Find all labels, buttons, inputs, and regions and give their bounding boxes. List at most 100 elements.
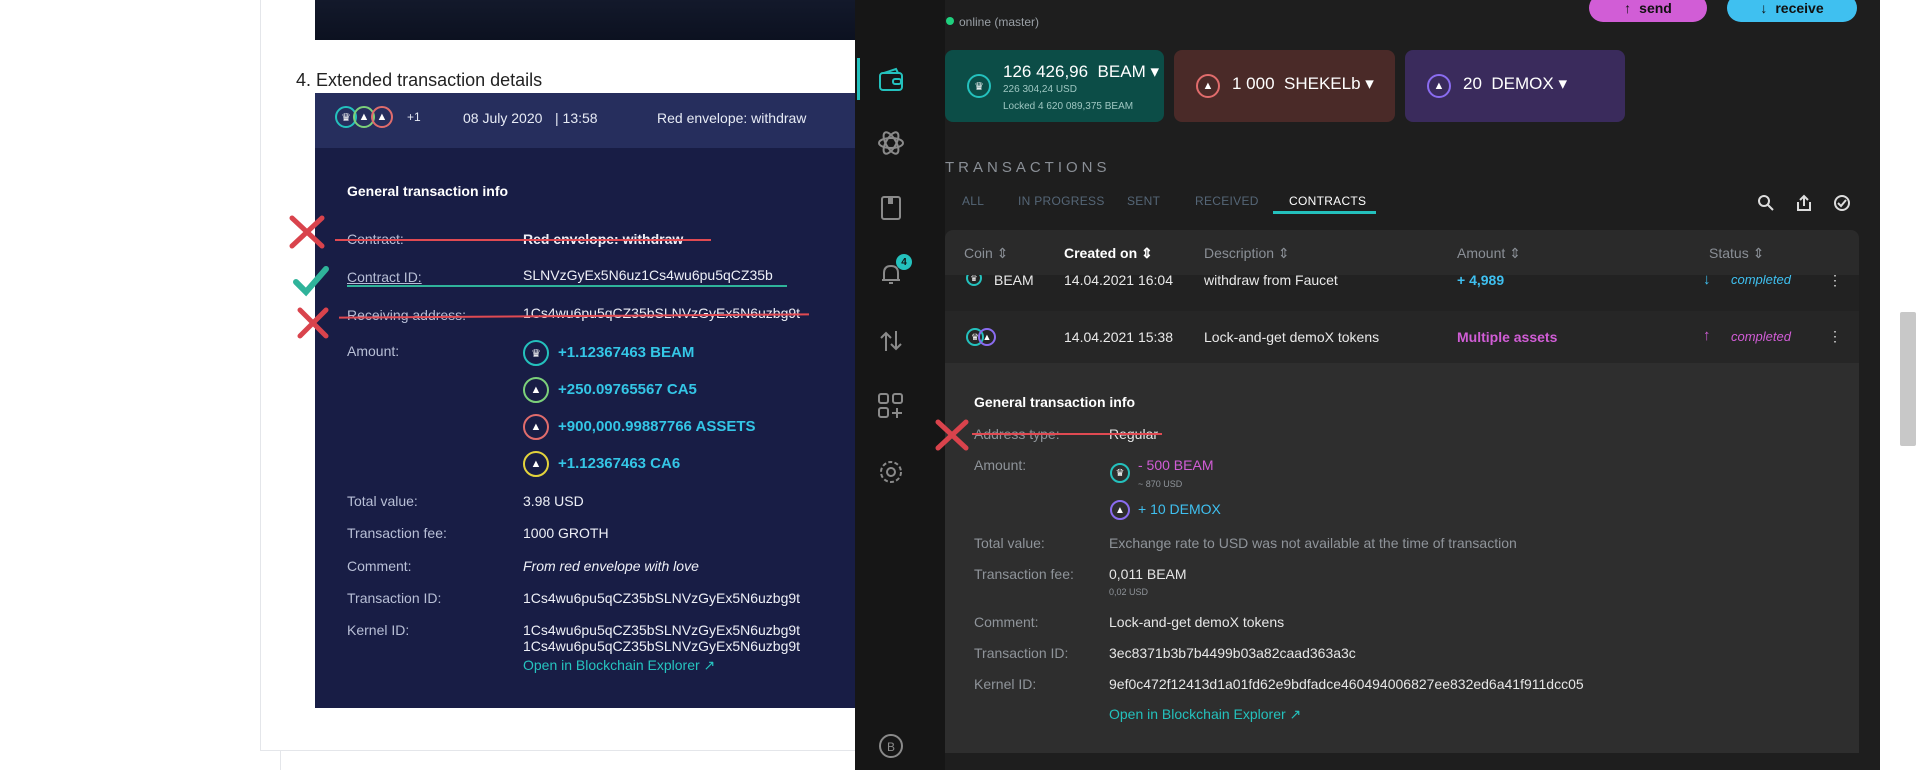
column-status[interactable]: Status ⇕ xyxy=(1709,245,1764,262)
asset-amount: 1 000 SHEKELb ▾ xyxy=(1232,74,1374,93)
mockup-date: 08 July 2020 xyxy=(463,110,543,126)
strikethrough-line xyxy=(972,433,1162,435)
tab-sent[interactable]: SENT xyxy=(1127,194,1160,208)
previous-screenshot-image xyxy=(315,0,855,40)
contract-id-label: Contract ID: xyxy=(347,269,422,285)
receive-button[interactable]: ↓ receive xyxy=(1727,0,1857,22)
export-icon[interactable] xyxy=(1794,193,1814,218)
beam-coin-icon: ♛ xyxy=(966,275,982,286)
fee-label: Transaction fee: xyxy=(974,566,1074,582)
row-menu-icon[interactable]: ⋮ xyxy=(1828,328,1842,345)
row-coin: BEAM xyxy=(994,275,1034,288)
amount-label: Amount: xyxy=(347,343,400,359)
scrollbar-thumb[interactable] xyxy=(1900,312,1916,446)
row-description: Lock-and-get demoX tokens xyxy=(1204,329,1380,345)
kernel-id-value: 9ef0c472f12413d1a01fd62e9bdfadce46049400… xyxy=(1109,676,1584,692)
strikethrough-line xyxy=(335,239,711,241)
tab-contracts[interactable]: CONTRACTS xyxy=(1289,194,1366,208)
red-cross-mark xyxy=(935,419,969,451)
row-status: completed xyxy=(1731,275,1791,287)
tab-in-progress[interactable]: IN PROGRESS xyxy=(1018,194,1105,208)
received-arrow-icon: ↓ xyxy=(1703,275,1711,288)
document-divider xyxy=(280,750,881,770)
apps-grid-icon[interactable] xyxy=(875,390,907,422)
wallet-sidebar xyxy=(855,0,945,770)
row-status: completed xyxy=(1731,329,1791,344)
red-cross-mark xyxy=(297,307,329,339)
more-coins-count: +1 xyxy=(407,110,421,124)
ca6-coin-icon: ▲ xyxy=(523,451,549,477)
settings-gear-icon[interactable] xyxy=(875,456,907,488)
demox-coin-icon: ▲ xyxy=(1427,74,1451,98)
assets-coin-icon: ▲ xyxy=(523,414,549,440)
online-status-dot xyxy=(946,17,954,25)
transactions-title: TRANSACTIONS xyxy=(945,159,1111,176)
kernel-id-label: Kernel ID: xyxy=(347,622,410,638)
amount-line: +900,000.99887766 ASSETS xyxy=(558,418,756,435)
contract-id-value: SLNVzGyEx5N6uz1Cs4wu6pu5qCZ35b xyxy=(523,267,773,283)
asset-card-shekelb[interactable]: ▲ 1 000 SHEKELb ▾ xyxy=(1174,50,1395,122)
dapps-atom-icon[interactable] xyxy=(875,127,907,159)
mockup-section-title: General transaction info xyxy=(347,183,509,199)
explorer-link[interactable]: Open in Blockchain Explorer ↗ xyxy=(523,657,715,674)
svg-text:B: B xyxy=(887,740,895,754)
asset-card-beam[interactable]: ♛ 126 426,96 BEAM ▾ 226 304,24 USD Locke… xyxy=(945,50,1164,122)
asset-amount: 20 DEMOX ▾ xyxy=(1463,74,1567,93)
connection-status: online (master) xyxy=(959,15,1040,29)
fee-label: Transaction fee: xyxy=(347,525,447,541)
kernel-id-value: 1Cs4wu6pu5qCZ35bSLNVzGyEx5N6uzbg9t xyxy=(523,622,801,638)
comment-label: Comment: xyxy=(974,614,1039,630)
transaction-id-value: 1Cs4wu6pu5qCZ35bSLNVzGyEx5N6uzbg9t xyxy=(523,590,801,606)
wallet-nav-icon[interactable] xyxy=(875,64,907,96)
amount-demox: + 10 DEMOX xyxy=(1138,501,1221,517)
fee-usd: 0,02 USD xyxy=(1109,587,1149,597)
row-menu-icon[interactable]: ⋮ xyxy=(1828,275,1842,289)
mockup-time: | 13:58 xyxy=(555,110,598,126)
asset-card-demox[interactable]: ▲ 20 DEMOX ▾ xyxy=(1405,50,1625,122)
highlight-underline xyxy=(347,285,787,287)
total-value: Exchange rate to USD was not available a… xyxy=(1109,535,1517,551)
table-row[interactable]: ♛ BEAM 14.04.2021 16:04 withdraw from Fa… xyxy=(945,275,1859,311)
send-button[interactable]: ↑ send xyxy=(1589,0,1707,22)
proof-verify-icon[interactable] xyxy=(1832,193,1852,218)
column-amount[interactable]: Amount ⇕ xyxy=(1457,245,1521,262)
asset-usd: 226 304,24 USD xyxy=(1003,84,1077,95)
beam-coin-icon: ♛ xyxy=(523,340,549,366)
amount-line: +250.09765567 CA5 xyxy=(558,381,697,398)
total-value-label: Total value: xyxy=(347,493,418,509)
details-title: General transaction info xyxy=(974,394,1136,410)
comment-value: From red envelope with love xyxy=(523,558,699,574)
comment-value: Lock-and-get demoX tokens xyxy=(1109,614,1285,630)
transaction-details-mockup: ♛ ▲ ▲ +1 08 July 2020 | 13:58 Red envelo… xyxy=(315,93,855,708)
table-row[interactable]: ♛ ▲ 14.04.2021 15:38 Lock-and-get demoX … xyxy=(945,311,1859,363)
column-created-on[interactable]: Created on ⇕ xyxy=(1064,245,1153,262)
column-description[interactable]: Description ⇕ xyxy=(1204,245,1290,262)
tab-received[interactable]: RECEIVED xyxy=(1195,194,1259,208)
row-created: 14.04.2021 16:04 xyxy=(1064,275,1173,288)
send-arrow-icon: ↑ xyxy=(1624,0,1632,16)
beam-explorer-icon[interactable]: B xyxy=(875,730,907,762)
demox-coin-icon: ▲ xyxy=(1110,500,1130,520)
amount-beam: - 500 BEAM xyxy=(1138,457,1214,473)
active-nav-indicator xyxy=(857,58,860,100)
shekelb-coin-icon: ▲ xyxy=(1196,74,1220,98)
assets-coin-icon: ▲ xyxy=(371,106,393,128)
section-heading: 4. Extended transaction details xyxy=(296,70,543,90)
fee-value: 1000 GROTH xyxy=(523,525,609,541)
ca5-coin-icon: ▲ xyxy=(523,377,549,403)
amount-line: +1.12367463 BEAM xyxy=(558,344,695,361)
beam-coin-icon: ♛ xyxy=(1110,463,1130,483)
amount-beam-usd: ~ 870 USD xyxy=(1138,479,1183,489)
transaction-details-panel xyxy=(945,363,1859,753)
fee-value: 0,011 BEAM xyxy=(1109,566,1187,582)
address-book-icon[interactable] xyxy=(875,192,907,224)
transfer-arrows-icon[interactable] xyxy=(875,325,907,357)
transaction-id-label: Transaction ID: xyxy=(974,645,1069,661)
row-amount: + 4,989 xyxy=(1457,275,1505,288)
comment-label: Comment: xyxy=(347,558,412,574)
row-description: withdraw from Faucet xyxy=(1204,275,1338,288)
explorer-link[interactable]: Open in Blockchain Explorer ↗ xyxy=(1109,706,1301,723)
column-coin[interactable]: Coin ⇕ xyxy=(964,245,1008,262)
search-icon[interactable] xyxy=(1756,193,1776,218)
tab-all[interactable]: ALL xyxy=(962,194,984,208)
